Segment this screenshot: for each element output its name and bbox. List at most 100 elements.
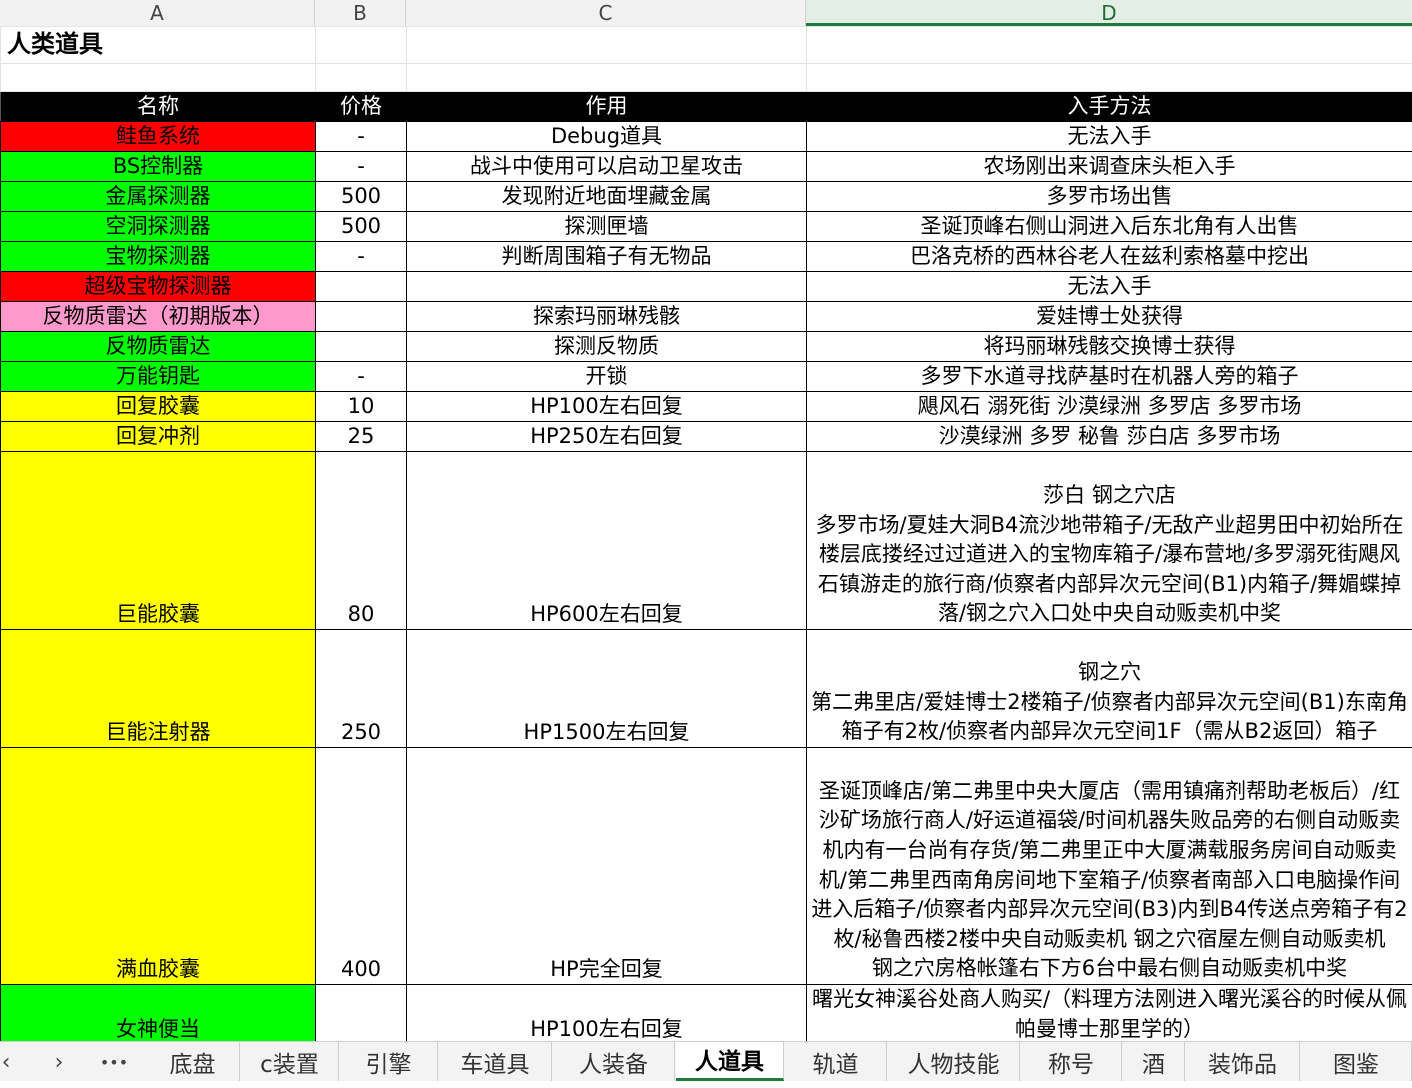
cell-price[interactable]: - xyxy=(316,362,407,392)
cell-name[interactable]: 宝物探测器 xyxy=(1,242,316,272)
cell[interactable] xyxy=(807,27,1412,64)
cell-obtain[interactable]: 爱娃博士处获得 xyxy=(807,302,1412,332)
cell-effect[interactable]: HP完全回复 xyxy=(407,748,807,985)
table-row: 满血胶囊400HP完全回复圣诞顶峰店/第二弗里中央大厦店（需用镇痛剂帮助老板后）… xyxy=(1,748,1412,985)
cell-effect[interactable]: Debug道具 xyxy=(407,122,807,152)
cell-name[interactable]: 女神便当 xyxy=(1,985,316,1045)
cell-name[interactable]: 空洞探测器 xyxy=(1,212,316,242)
cell-obtain[interactable]: 圣诞顶峰右侧山洞进入后东北角有人出售 xyxy=(807,212,1412,242)
sheet-tab[interactable]: 人道具 xyxy=(676,1042,784,1081)
cell-name[interactable]: 回复冲剂 xyxy=(1,422,316,452)
cell-name[interactable]: 回复胶囊 xyxy=(1,392,316,422)
cell-obtain[interactable]: 农场刚出来调查床头柜入手 xyxy=(807,152,1412,182)
cell-effect[interactable]: HP1500左右回复 xyxy=(407,630,807,748)
cell-name[interactable]: 鲑鱼系统 xyxy=(1,122,316,152)
table-row: 超级宝物探测器 无法入手 xyxy=(1,272,1412,302)
cell-obtain[interactable]: 多罗市场出售 xyxy=(807,182,1412,212)
more-tabs-icon[interactable]: ••• xyxy=(98,1042,130,1081)
cell-effect[interactable]: 探索玛丽琳残骸 xyxy=(407,302,807,332)
cell-price[interactable]: 400 xyxy=(316,748,407,985)
table-row: 鲑鱼系统-Debug道具无法入手 xyxy=(1,122,1412,152)
cell-price[interactable]: - xyxy=(316,242,407,272)
column-header-c[interactable]: C xyxy=(406,0,806,26)
cell-price[interactable]: 80 xyxy=(316,452,407,630)
cell[interactable] xyxy=(807,64,1412,92)
cell-effect[interactable]: 探测匣墙 xyxy=(407,212,807,242)
cell-effect[interactable]: HP100左右回复 xyxy=(407,392,807,422)
cell-obtain[interactable]: 莎白 钢之穴店多罗市场/夏娃大洞B4流沙地带箱子/无敌产业超男田中初始所在楼层底… xyxy=(807,452,1412,630)
cell[interactable] xyxy=(407,64,807,92)
column-header-b[interactable]: B xyxy=(315,0,406,26)
cell-obtain[interactable]: 钢之穴第二弗里店/爱娃博士2楼箱子/侦察者内部异次元空间(B1)东南角箱子有2枚… xyxy=(807,630,1412,748)
column-header-bar: A B C D xyxy=(0,0,1412,27)
cell-name[interactable]: 反物质雷达（初期版本） xyxy=(1,302,316,332)
cell[interactable] xyxy=(1,64,316,92)
cell-obtain[interactable]: 将玛丽琳残骸交换博士获得 xyxy=(807,332,1412,362)
cell[interactable] xyxy=(316,27,407,64)
cell-obtain[interactable]: 圣诞顶峰店/第二弗里中央大厦店（需用镇痛剂帮助老板后）/红沙矿场旅行商人/好运道… xyxy=(807,748,1412,985)
cell-effect[interactable]: HP100左右回复 xyxy=(407,985,807,1045)
cell-name[interactable]: 巨能胶囊 xyxy=(1,452,316,630)
cell-effect[interactable]: 战斗中使用可以启动卫星攻击 xyxy=(407,152,807,182)
sheet-tab[interactable]: 车道具 xyxy=(439,1042,552,1081)
table-row: BS控制器-战斗中使用可以启动卫星攻击农场刚出来调查床头柜入手 xyxy=(1,152,1412,182)
sheet-tab[interactable]: 轨道 xyxy=(785,1042,887,1081)
cell-effect[interactable]: 判断周围箱子有无物品 xyxy=(407,242,807,272)
cell-price[interactable] xyxy=(316,332,407,362)
table-row: 万能钥匙-开锁多罗下水道寻找萨基时在机器人旁的箱子 xyxy=(1,362,1412,392)
sheet-tab[interactable]: 人装备 xyxy=(553,1042,675,1081)
cell-price[interactable] xyxy=(316,985,407,1045)
cell-obtain[interactable]: 多罗下水道寻找萨基时在机器人旁的箱子 xyxy=(807,362,1412,392)
sheet-title[interactable]: 人类道具 xyxy=(1,27,316,64)
header-price[interactable]: 价格 xyxy=(316,92,407,122)
cell-price[interactable] xyxy=(316,272,407,302)
cell-obtain[interactable]: 无法入手 xyxy=(807,122,1412,152)
cell-price[interactable]: 500 xyxy=(316,182,407,212)
cell-price[interactable]: 25 xyxy=(316,422,407,452)
cell-effect[interactable]: 发现附近地面埋藏金属 xyxy=(407,182,807,212)
tab-prev-icon[interactable]: ‹ xyxy=(0,1042,12,1081)
sheet-tab[interactable]: 底盘 xyxy=(146,1042,240,1081)
cell-name[interactable]: BS控制器 xyxy=(1,152,316,182)
cell-name[interactable]: 满血胶囊 xyxy=(1,748,316,985)
cell-name[interactable]: 巨能注射器 xyxy=(1,630,316,748)
header-effect[interactable]: 作用 xyxy=(407,92,807,122)
cell-effect[interactable]: HP600左右回复 xyxy=(407,452,807,630)
cell[interactable] xyxy=(316,64,407,92)
cell-price[interactable]: - xyxy=(316,152,407,182)
cell-price[interactable]: 10 xyxy=(316,392,407,422)
table-row: 反物质雷达（初期版本） 探索玛丽琳残骸爱娃博士处获得 xyxy=(1,302,1412,332)
column-header-a[interactable]: A xyxy=(0,0,315,26)
sheet-tab[interactable]: c装置 xyxy=(241,1042,339,1081)
cell-name[interactable]: 反物质雷达 xyxy=(1,332,316,362)
cell-effect[interactable]: HP250左右回复 xyxy=(407,422,807,452)
tab-next-icon[interactable]: › xyxy=(48,1042,70,1081)
cell-name[interactable]: 超级宝物探测器 xyxy=(1,272,316,302)
cell-obtain[interactable]: 无法入手 xyxy=(807,272,1412,302)
cell-name[interactable]: 万能钥匙 xyxy=(1,362,316,392)
cell-effect[interactable]: 探测反物质 xyxy=(407,332,807,362)
column-header-d[interactable]: D xyxy=(806,0,1412,26)
cell-price[interactable] xyxy=(316,302,407,332)
cell-obtain[interactable]: 巴洛克桥的西林谷老人在兹利索格墓中挖出 xyxy=(807,242,1412,272)
cell-effect[interactable] xyxy=(407,272,807,302)
table-row: 巨能胶囊80HP600左右回复莎白 钢之穴店多罗市场/夏娃大洞B4流沙地带箱子/… xyxy=(1,452,1412,630)
sheet-tab[interactable]: 人物技能 xyxy=(888,1042,1020,1081)
sheet-tab[interactable]: 引擎 xyxy=(340,1042,438,1081)
header-name[interactable]: 名称 xyxy=(1,92,316,122)
table-row: 空洞探测器500探测匣墙圣诞顶峰右侧山洞进入后东北角有人出售 xyxy=(1,212,1412,242)
cell-effect[interactable]: 开锁 xyxy=(407,362,807,392)
cell-obtain[interactable]: 飓风石 溺死街 沙漠绿洲 多罗店 多罗市场 xyxy=(807,392,1412,422)
sheet-tab[interactable]: 称号 xyxy=(1021,1042,1122,1081)
cell-name[interactable]: 金属探测器 xyxy=(1,182,316,212)
cell-price[interactable]: 250 xyxy=(316,630,407,748)
sheet-tab[interactable]: 图鉴 xyxy=(1301,1042,1412,1081)
header-obtain[interactable]: 入手方法 xyxy=(807,92,1412,122)
sheet-tab[interactable]: 装饰品 xyxy=(1186,1042,1300,1081)
sheet-tab[interactable]: 酒 xyxy=(1123,1042,1185,1081)
cell-obtain[interactable]: 曙光女神溪谷处商人购买/（料理方法刚进入曙光溪谷的时候从佩帕曼博士那里学的） xyxy=(807,985,1412,1045)
cell[interactable] xyxy=(407,27,807,64)
cell-price[interactable]: 500 xyxy=(316,212,407,242)
cell-obtain[interactable]: 沙漠绿洲 多罗 秘鲁 莎白店 多罗市场 xyxy=(807,422,1412,452)
cell-price[interactable]: - xyxy=(316,122,407,152)
